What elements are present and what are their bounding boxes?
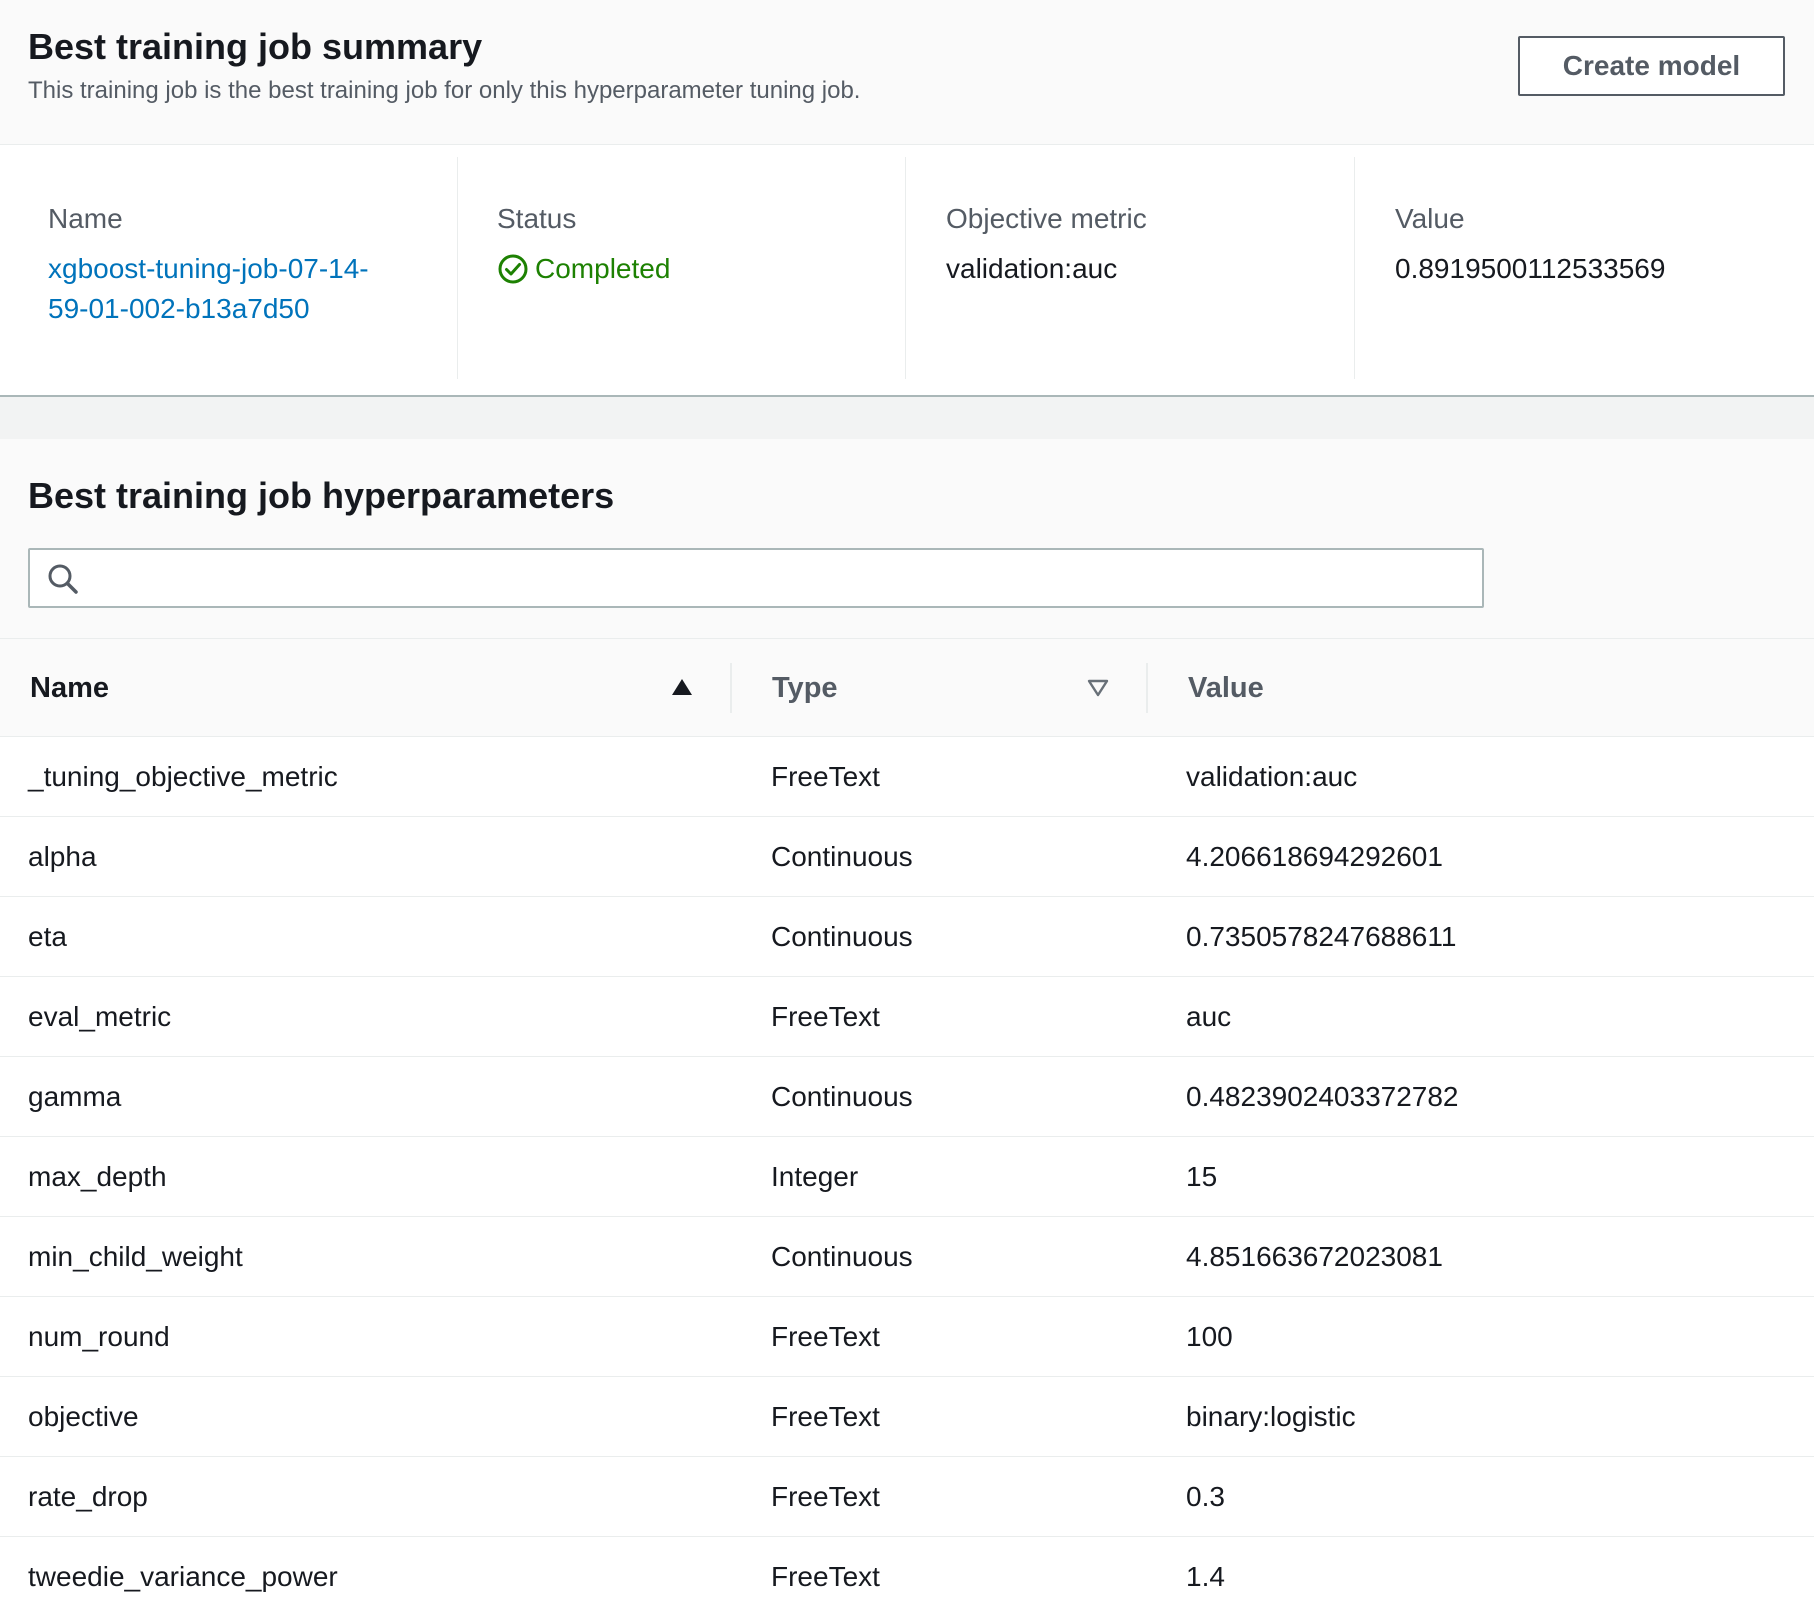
search-box (28, 548, 1484, 608)
cell-name: eta (28, 921, 67, 952)
cell-type: FreeText (771, 1401, 880, 1432)
table-row: gamma Continuous 0.4823902403372782 (0, 1057, 1814, 1137)
objective-metric-label: Objective metric (946, 203, 1147, 234)
training-job-link-line2: 59-01-002-b13a7d50 (48, 293, 310, 324)
cell-type: Continuous (771, 841, 913, 872)
cell-name: rate_drop (28, 1481, 148, 1512)
cell-value: 4.851663672023081 (1186, 1241, 1443, 1272)
cell-name: min_child_weight (28, 1241, 243, 1272)
cell-name: _tuning_objective_metric (28, 761, 338, 792)
sort-ascending-icon[interactable] (669, 675, 695, 699)
name-column: Name xgboost-tuning-job-07-14- 59-01-002… (48, 157, 448, 379)
summary-title: Best training job summary (28, 26, 483, 67)
cell-type: Integer (771, 1161, 859, 1192)
summary-details: Name xgboost-tuning-job-07-14- 59-01-002… (0, 145, 1814, 397)
cell-name: max_depth (28, 1161, 167, 1192)
sort-descending-icon[interactable] (1085, 675, 1111, 699)
cell-type: Continuous (771, 1081, 913, 1112)
column-divider (457, 157, 458, 379)
table-row: max_depth Integer 15 (0, 1137, 1814, 1217)
objective-metric-value: validation:auc (946, 253, 1118, 284)
column-header-value[interactable]: Value (1188, 639, 1264, 737)
cell-type: FreeText (771, 1481, 880, 1512)
search-icon (48, 564, 78, 594)
column-divider[interactable] (1146, 663, 1148, 713)
check-circle-icon (498, 254, 528, 284)
search-input[interactable] (92, 556, 1462, 600)
cell-value: 0.7350578247688611 (1186, 921, 1457, 952)
cell-value: 100 (1186, 1321, 1233, 1352)
cell-type: Continuous (771, 1241, 913, 1272)
cell-value: 1.4 (1186, 1561, 1225, 1592)
column-header-type[interactable]: Type (772, 639, 838, 737)
objective-metric-column: Objective metric validation:auc (946, 157, 1346, 379)
column-divider[interactable] (730, 663, 732, 713)
cell-value: binary:logistic (1186, 1401, 1356, 1432)
table-row: _tuning_objective_metric FreeText validati… (0, 737, 1814, 817)
cell-type: FreeText (771, 761, 880, 792)
cell-name: eval_metric (28, 1001, 172, 1032)
table-body: _tuning_objective_metric FreeText validati… (0, 737, 1814, 1608)
summary-description: This training job is the best training j… (28, 77, 861, 104)
hyperparameters-table: Name Type Value _tuning_objective_metric… (0, 639, 1814, 1608)
table-row: tweedie_variance_power FreeText 1.4 (0, 1537, 1814, 1608)
cell-type: FreeText (771, 1321, 880, 1352)
training-job-link[interactable]: xgboost-tuning-job-07-14- 59-01-002-b13a… (48, 249, 408, 329)
status-indicator: Completed (497, 249, 670, 289)
cell-type: Continuous (771, 921, 913, 952)
cell-value: 15 (1186, 1161, 1218, 1192)
section-separator (0, 397, 1814, 439)
cell-type: FreeText (771, 1001, 880, 1032)
value-label: Value (1395, 203, 1465, 234)
hyperparameters-header: Best training job hyperparameters (0, 439, 1814, 639)
cell-value: auc (1186, 1001, 1232, 1032)
hyperparameters-title: Best training job hyperparameters (28, 475, 615, 516)
status-value: Completed (535, 253, 671, 284)
table-header: Name Type Value (0, 639, 1814, 737)
table-row: rate_drop FreeText 0.3 (0, 1457, 1814, 1537)
training-job-link-line1: xgboost-tuning-job-07-14- (48, 253, 369, 284)
table-row: eval_metric FreeText auc (0, 977, 1814, 1057)
cell-name: gamma (28, 1081, 122, 1112)
cell-name: num_round (28, 1321, 170, 1352)
cell-type: FreeText (771, 1561, 880, 1592)
cell-name: tweedie_variance_power (28, 1561, 338, 1592)
cell-name: alpha (28, 841, 97, 872)
objective-value: 0.8919500112533569 (1395, 253, 1666, 284)
column-divider (1354, 157, 1355, 379)
column-header-name[interactable]: Name (30, 639, 109, 737)
name-label: Name (48, 203, 123, 234)
cell-value: 0.3 (1186, 1481, 1225, 1512)
cell-value: 4.206618694292601 (1186, 841, 1443, 872)
create-model-button[interactable]: Create model (1518, 36, 1785, 96)
table-row: objective FreeText binary:logistic (0, 1377, 1814, 1457)
table-row: eta Continuous 0.7350578247688611 (0, 897, 1814, 977)
summary-header: Best training job summary This training … (0, 0, 1814, 145)
cell-value: 0.4823902403372782 (1186, 1081, 1459, 1112)
table-row: num_round FreeText 100 (0, 1297, 1814, 1377)
cell-value: validation:auc (1186, 761, 1358, 792)
value-column: Value 0.8919500112533569 (1395, 157, 1795, 379)
column-divider (905, 157, 906, 379)
table-row: alpha Continuous 4.206618694292601 (0, 817, 1814, 897)
status-column: Status Completed (497, 157, 897, 379)
status-label: Status (497, 203, 577, 234)
cell-name: objective (28, 1401, 139, 1432)
table-row: min_child_weight Continuous 4.851663672023… (0, 1217, 1814, 1297)
